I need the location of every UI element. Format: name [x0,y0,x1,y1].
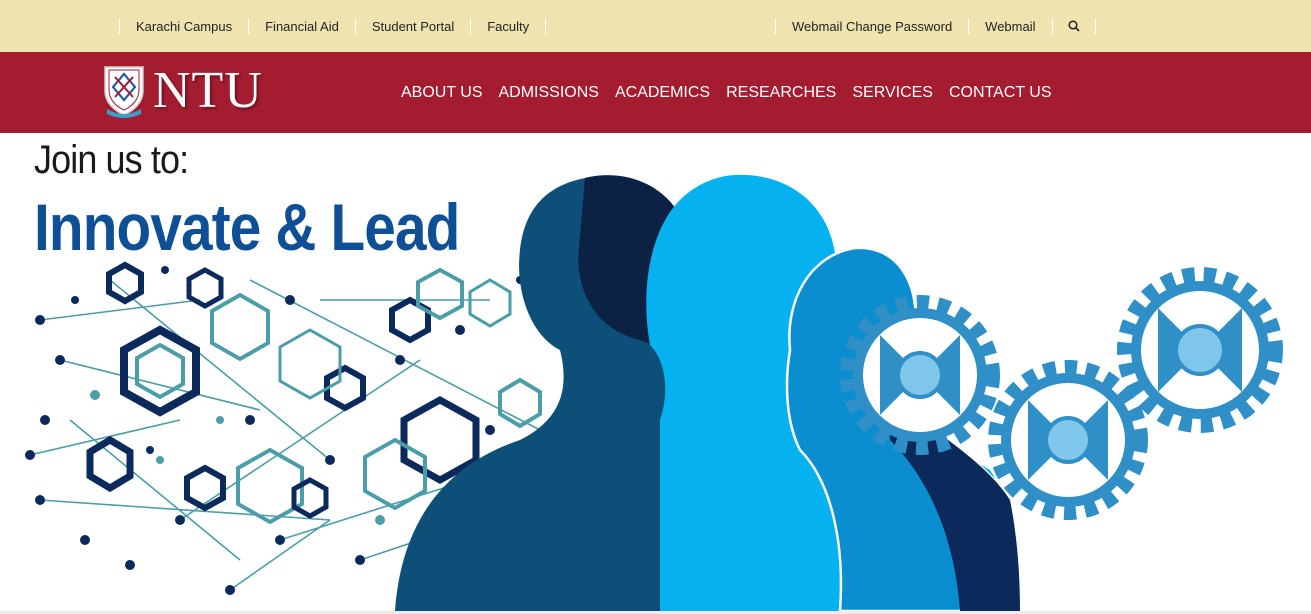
link-financial-aid[interactable]: Financial Aid [249,19,355,34]
separator [354,18,356,34]
separator [470,18,472,34]
link-student-portal[interactable]: Student Portal [356,19,470,34]
link-webmail[interactable]: Webmail [969,19,1051,34]
nav-researches[interactable]: RESEARCHES [718,84,844,102]
search-icon [1067,20,1080,32]
link-webmail-change-password[interactable]: Webmail Change Password [776,19,968,34]
nav-about-us[interactable]: ABOUT US [393,84,491,102]
nav-admissions[interactable]: ADMISSIONS [491,84,607,102]
separator [968,18,970,34]
separator [119,18,120,34]
hero-headline: Join us to: [34,138,189,182]
nav-services[interactable]: SERVICES [844,84,941,102]
separator [1094,18,1096,34]
primary-navigation: ABOUT US ADMISSIONS ACADEMICS RESEARCHES… [393,52,1060,133]
separator [775,18,776,34]
link-karachi-campus[interactable]: Karachi Campus [120,19,248,34]
top-links-left: Karachi Campus Financial Aid Student Por… [119,0,547,52]
nav-academics[interactable]: ACADEMICS [607,84,718,102]
separator [1051,18,1053,34]
top-links-right: Webmail Change Password Webmail [775,0,1096,52]
brand-name: NTU [153,62,263,119]
ntu-crest-logo [104,66,144,118]
hero-tagline: Innovate & Lead [34,190,460,264]
search-button[interactable] [1053,20,1095,32]
separator [545,18,547,34]
home-logo-link[interactable]: NTU [101,65,263,119]
link-faculty[interactable]: Faculty [471,19,545,34]
nav-contact-us[interactable]: CONTACT US [941,84,1060,102]
separator [248,18,250,34]
